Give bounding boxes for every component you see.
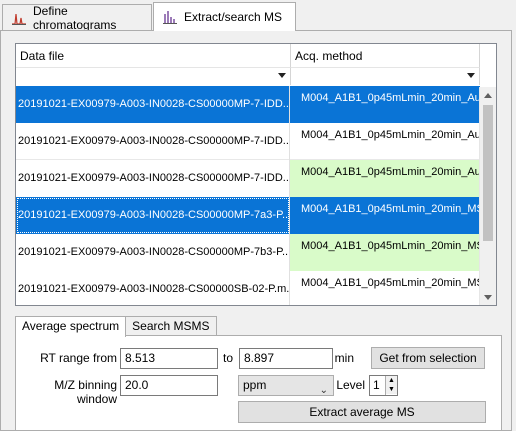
table-row[interactable]: 20191021-EX00979-A003-IN0028-CS00000MP-7… [16,197,480,234]
acq-method-cell: M004_A1B1_0p45mLmin_20min_AutoMS2_pos_CE… [290,86,480,123]
get-from-selection-button[interactable]: Get from selection [371,347,485,369]
table-row[interactable]: 20191021-EX00979-A003-IN0028-CS00000MP-7… [16,234,480,271]
stepper-buttons[interactable]: ▲ ▼ [385,376,397,395]
scroll-down-icon[interactable] [484,295,492,300]
level-label: Level [336,378,365,392]
unit-select-value: ppm [243,378,267,392]
chromatogram-icon [11,11,27,25]
grid-vertical-scrollbar[interactable] [479,87,496,305]
acq-method-cell: M004_A1B1_0p45mLmin_20min_MS1_pos_WBsens… [290,234,480,271]
acq-method-cell: M004_A1B1_0p45mLmin_20min_AutoMS2_pos_CE… [290,160,480,197]
tab-label: Define chromatograms [33,3,117,32]
data-file-cell: 20191021-EX00979-A003-IN0028-CS00000MP-7… [16,197,290,234]
table-row[interactable]: 20191021-EX00979-A003-IN0028-CS00000MP-7… [16,123,480,160]
table-row[interactable]: 20191021-EX00979-A003-IN0028-CS00000MP-7… [16,160,480,197]
tab-label: Extract/search MS [184,10,283,24]
scroll-thumb[interactable] [483,105,493,241]
data-file-cell: 20191021-EX00979-A003-IN0028-CS00000MP-7… [16,160,290,197]
dropdown-arrow-icon [467,73,475,78]
subtab-bar: Average spectrum Search MSMS [15,316,217,337]
average-spectrum-panel: RT range from 8.513 to 8.897 min Get fro… [15,335,502,431]
chevron-down-icon: ⌄ [319,385,328,396]
level-stepper[interactable]: 1 ▲ ▼ [369,375,398,396]
acq-method-cell: M004_A1B1_0p45mLmin_20min_MS1_pos_WBsens… [290,197,480,234]
data-file-cell: 20191021-EX00979-A003-IN0028-CS00000MP-7… [16,123,290,160]
rt-to-input[interactable]: 8.897 [239,348,333,369]
tab-extract-search-ms[interactable]: Extract/search MS [153,2,296,31]
rt-range-label: RT range from [40,351,117,365]
unit-select[interactable]: ppm ⌄ [238,375,334,396]
table-row[interactable]: 20191021-EX00979-A003-IN0028-CS00000MP-7… [16,86,480,123]
data-file-cell: 20191021-EX00979-A003-IN0028-CS00000MP-7… [16,234,290,271]
mz-binning-input[interactable]: 20.0 [120,375,218,396]
to-label: to [222,351,233,365]
filter-acq-method[interactable] [291,68,480,85]
rt-from-input[interactable]: 8.513 [120,348,218,369]
tab-search-msms[interactable]: Search MSMS [125,316,217,336]
main-tabbar: Define chromatograms Extract/search MS [0,0,516,32]
extract-average-ms-button[interactable]: Extract average MS [238,401,486,423]
acq-method-cell: M004_A1B1_0p45mLmin_20min_AutoMS2_pos_CE… [301,129,480,141]
data-file-cell: 20191021-EX00979-A003-IN0028-CS00000SB-0… [16,271,290,305]
column-header-data-file[interactable]: Data file [16,44,291,68]
filter-data-file[interactable] [16,68,291,85]
grid-rows: 20191021-EX00979-A003-IN0028-CS00000MP-7… [16,86,480,305]
data-file-cell: 20191021-EX00979-A003-IN0028-CS00000MP-7… [16,86,290,123]
tab-average-spectrum[interactable]: Average spectrum [15,316,127,337]
tab-define-chromatograms[interactable]: Define chromatograms [2,3,152,32]
dropdown-arrow-icon [278,73,286,78]
grid-header-row: Data file Acq. method [16,44,480,68]
level-value: 1 [373,378,380,392]
column-header-acq-method[interactable]: Acq. method [291,44,480,68]
stepper-up-icon[interactable]: ▲ [386,376,397,385]
acq-method-cell: M004_A1B1_0p45mLmin_20min_MS1_pos_WBsens… [301,277,480,289]
spectrum-icon [162,10,178,24]
mz-binning-label: M/Z binning window [54,378,117,406]
data-file-grid: Data file Acq. method 20191021-EX00979-A… [15,43,497,306]
table-row[interactable]: 20191021-EX00979-A003-IN0028-CS00000SB-0… [16,271,480,305]
scroll-up-icon[interactable] [484,93,492,98]
stepper-down-icon[interactable]: ▼ [386,385,397,394]
min-label: min [334,351,354,365]
grid-filter-row [16,68,480,85]
